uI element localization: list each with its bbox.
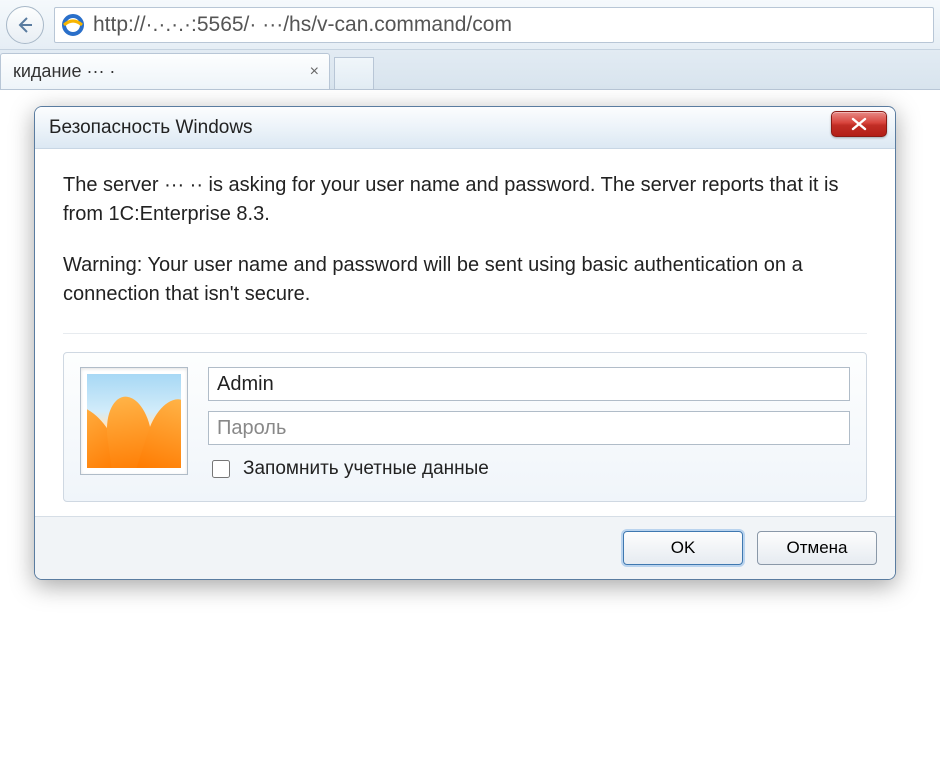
browser-tab[interactable]: кидание ··· · × bbox=[0, 53, 330, 89]
ok-button[interactable]: OK bbox=[623, 531, 743, 565]
remember-checkbox-label[interactable]: Запомнить учетные данные bbox=[208, 457, 850, 481]
ie-icon bbox=[61, 13, 85, 37]
credentials-box: Запомнить учетные данные bbox=[63, 352, 867, 502]
page-content: Безопасность Windows The server ··· ·· i… bbox=[0, 90, 940, 766]
address-bar[interactable]: http://·.·.·.·:5565/· ···/hs/v-can.comma… bbox=[54, 7, 934, 43]
arrow-left-icon bbox=[15, 15, 35, 35]
remember-label-text: Запомнить учетные данные bbox=[243, 458, 489, 480]
dialog-titlebar: Безопасность Windows bbox=[35, 107, 895, 149]
new-tab-button[interactable] bbox=[334, 57, 374, 89]
dialog-message-2: Warning: Your user name and password wil… bbox=[63, 251, 867, 309]
username-input[interactable] bbox=[208, 367, 850, 401]
remember-checkbox[interactable] bbox=[212, 460, 230, 478]
dialog-message-1: The server ··· ·· is asking for your use… bbox=[63, 171, 867, 229]
tab-strip: кидание ··· · × bbox=[0, 50, 940, 90]
dialog-body: The server ··· ·· is asking for your use… bbox=[35, 149, 895, 516]
dialog-close-button[interactable] bbox=[831, 111, 887, 137]
url-text: http://·.·.·.·:5565/· ···/hs/v-can.comma… bbox=[93, 13, 512, 37]
close-icon bbox=[851, 117, 867, 131]
tab-title: кидание ··· · bbox=[13, 61, 115, 82]
dialog-title: Безопасность Windows bbox=[49, 117, 253, 139]
password-input[interactable] bbox=[208, 411, 850, 445]
dialog-footer: OK Отмена bbox=[35, 516, 895, 579]
browser-toolbar: http://·.·.·.·:5565/· ···/hs/v-can.comma… bbox=[0, 0, 940, 50]
credential-fields: Запомнить учетные данные bbox=[208, 367, 850, 481]
auth-dialog: Безопасность Windows The server ··· ·· i… bbox=[34, 106, 896, 580]
back-button[interactable] bbox=[6, 6, 44, 44]
cancel-button[interactable]: Отмена bbox=[757, 531, 877, 565]
divider bbox=[63, 333, 867, 334]
user-avatar bbox=[80, 367, 188, 475]
tab-close-button[interactable]: × bbox=[310, 63, 319, 81]
